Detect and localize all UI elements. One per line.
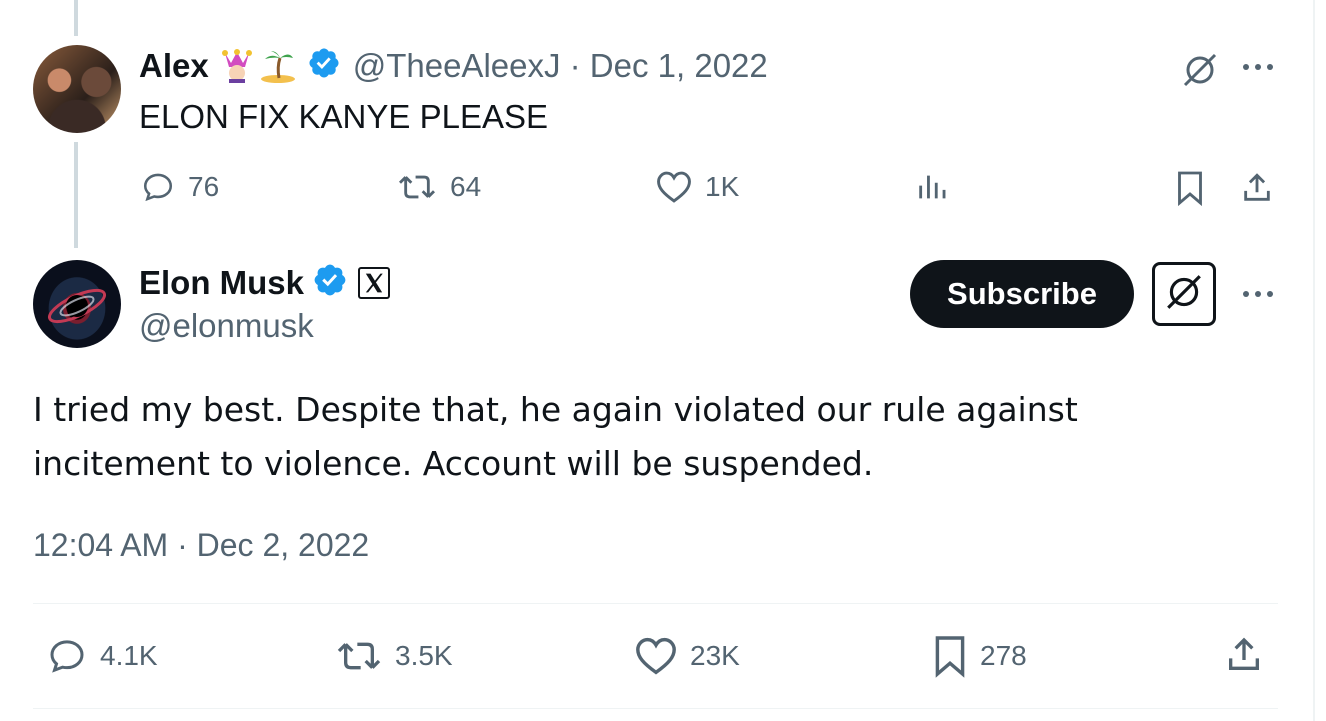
views-action[interactable] (915, 170, 949, 204)
main-tweet-text-line: incitement to violence. Account will be … (33, 444, 874, 483)
main-tweet-text-line: I tried my best. Despite that, he again … (33, 390, 1078, 429)
jester-emoji (221, 48, 253, 83)
divider (33, 708, 1278, 709)
repost-icon (335, 636, 383, 676)
reply-icon (46, 636, 88, 676)
repost-action[interactable]: 3.5K (335, 636, 453, 676)
bookmark-icon[interactable] (1174, 170, 1206, 211)
bookmark-icon (932, 634, 968, 678)
reply-tweet-text: ELON FIX KANYE PLEASE (139, 98, 548, 135)
author-handle-date[interactable]: @TheeAleexJ · Dec 1, 2022 (353, 47, 768, 85)
reply-count: 76 (188, 171, 220, 202)
views-icon (915, 170, 949, 204)
avatar-elonmusk[interactable] (33, 260, 121, 348)
x-logo-icon (358, 266, 391, 299)
repost-count: 64 (450, 171, 482, 202)
heart-icon (655, 170, 693, 204)
like-action[interactable]: 1K (655, 170, 739, 204)
avatar-alex[interactable] (33, 45, 121, 133)
grok-button[interactable] (1152, 262, 1216, 326)
repost-action[interactable]: 64 (396, 170, 481, 204)
grok-icon (1163, 271, 1205, 318)
author-name[interactable]: Alex (139, 47, 209, 85)
author-handle[interactable]: @elonmusk (139, 307, 314, 345)
verified-badge-icon (312, 262, 348, 303)
reply-icon (140, 170, 176, 204)
main-tweet-header: Elon Musk (139, 262, 391, 303)
reply-count: 4.1K (100, 640, 158, 671)
like-action[interactable]: 23K (634, 636, 740, 676)
reply-action[interactable]: 76 (140, 170, 219, 204)
main-tweet-text: I tried my best. Despite that, he again … (33, 383, 1078, 491)
like-count: 1K (705, 171, 740, 202)
timeline-border (1313, 0, 1315, 721)
tweet-timestamp[interactable]: 12:04 AM · Dec 2, 2022 (33, 527, 369, 564)
divider (33, 603, 1278, 604)
more-icon[interactable] (1240, 60, 1276, 79)
thread-line-connector (74, 142, 78, 248)
reply-tweet-header: Alex @TheeAleexJ · Dec 1, 2022 (139, 46, 768, 85)
repost-icon (396, 170, 438, 204)
bookmark-count: 278 (980, 640, 1027, 671)
share-icon[interactable] (1224, 634, 1264, 681)
grok-icon[interactable] (1180, 50, 1220, 95)
subscribe-button[interactable]: Subscribe (910, 260, 1134, 328)
thread-line-top (74, 0, 78, 36)
bookmark-action[interactable]: 278 (932, 634, 1027, 678)
island-emoji (259, 49, 297, 83)
more-icon[interactable] (1240, 287, 1276, 306)
repost-count: 3.5K (395, 640, 453, 671)
share-icon[interactable] (1240, 170, 1274, 211)
author-name[interactable]: Elon Musk (139, 264, 304, 302)
reply-action[interactable]: 4.1K (46, 636, 158, 676)
like-count: 23K (690, 640, 740, 671)
heart-icon (634, 636, 678, 676)
verified-badge-icon (307, 46, 341, 85)
